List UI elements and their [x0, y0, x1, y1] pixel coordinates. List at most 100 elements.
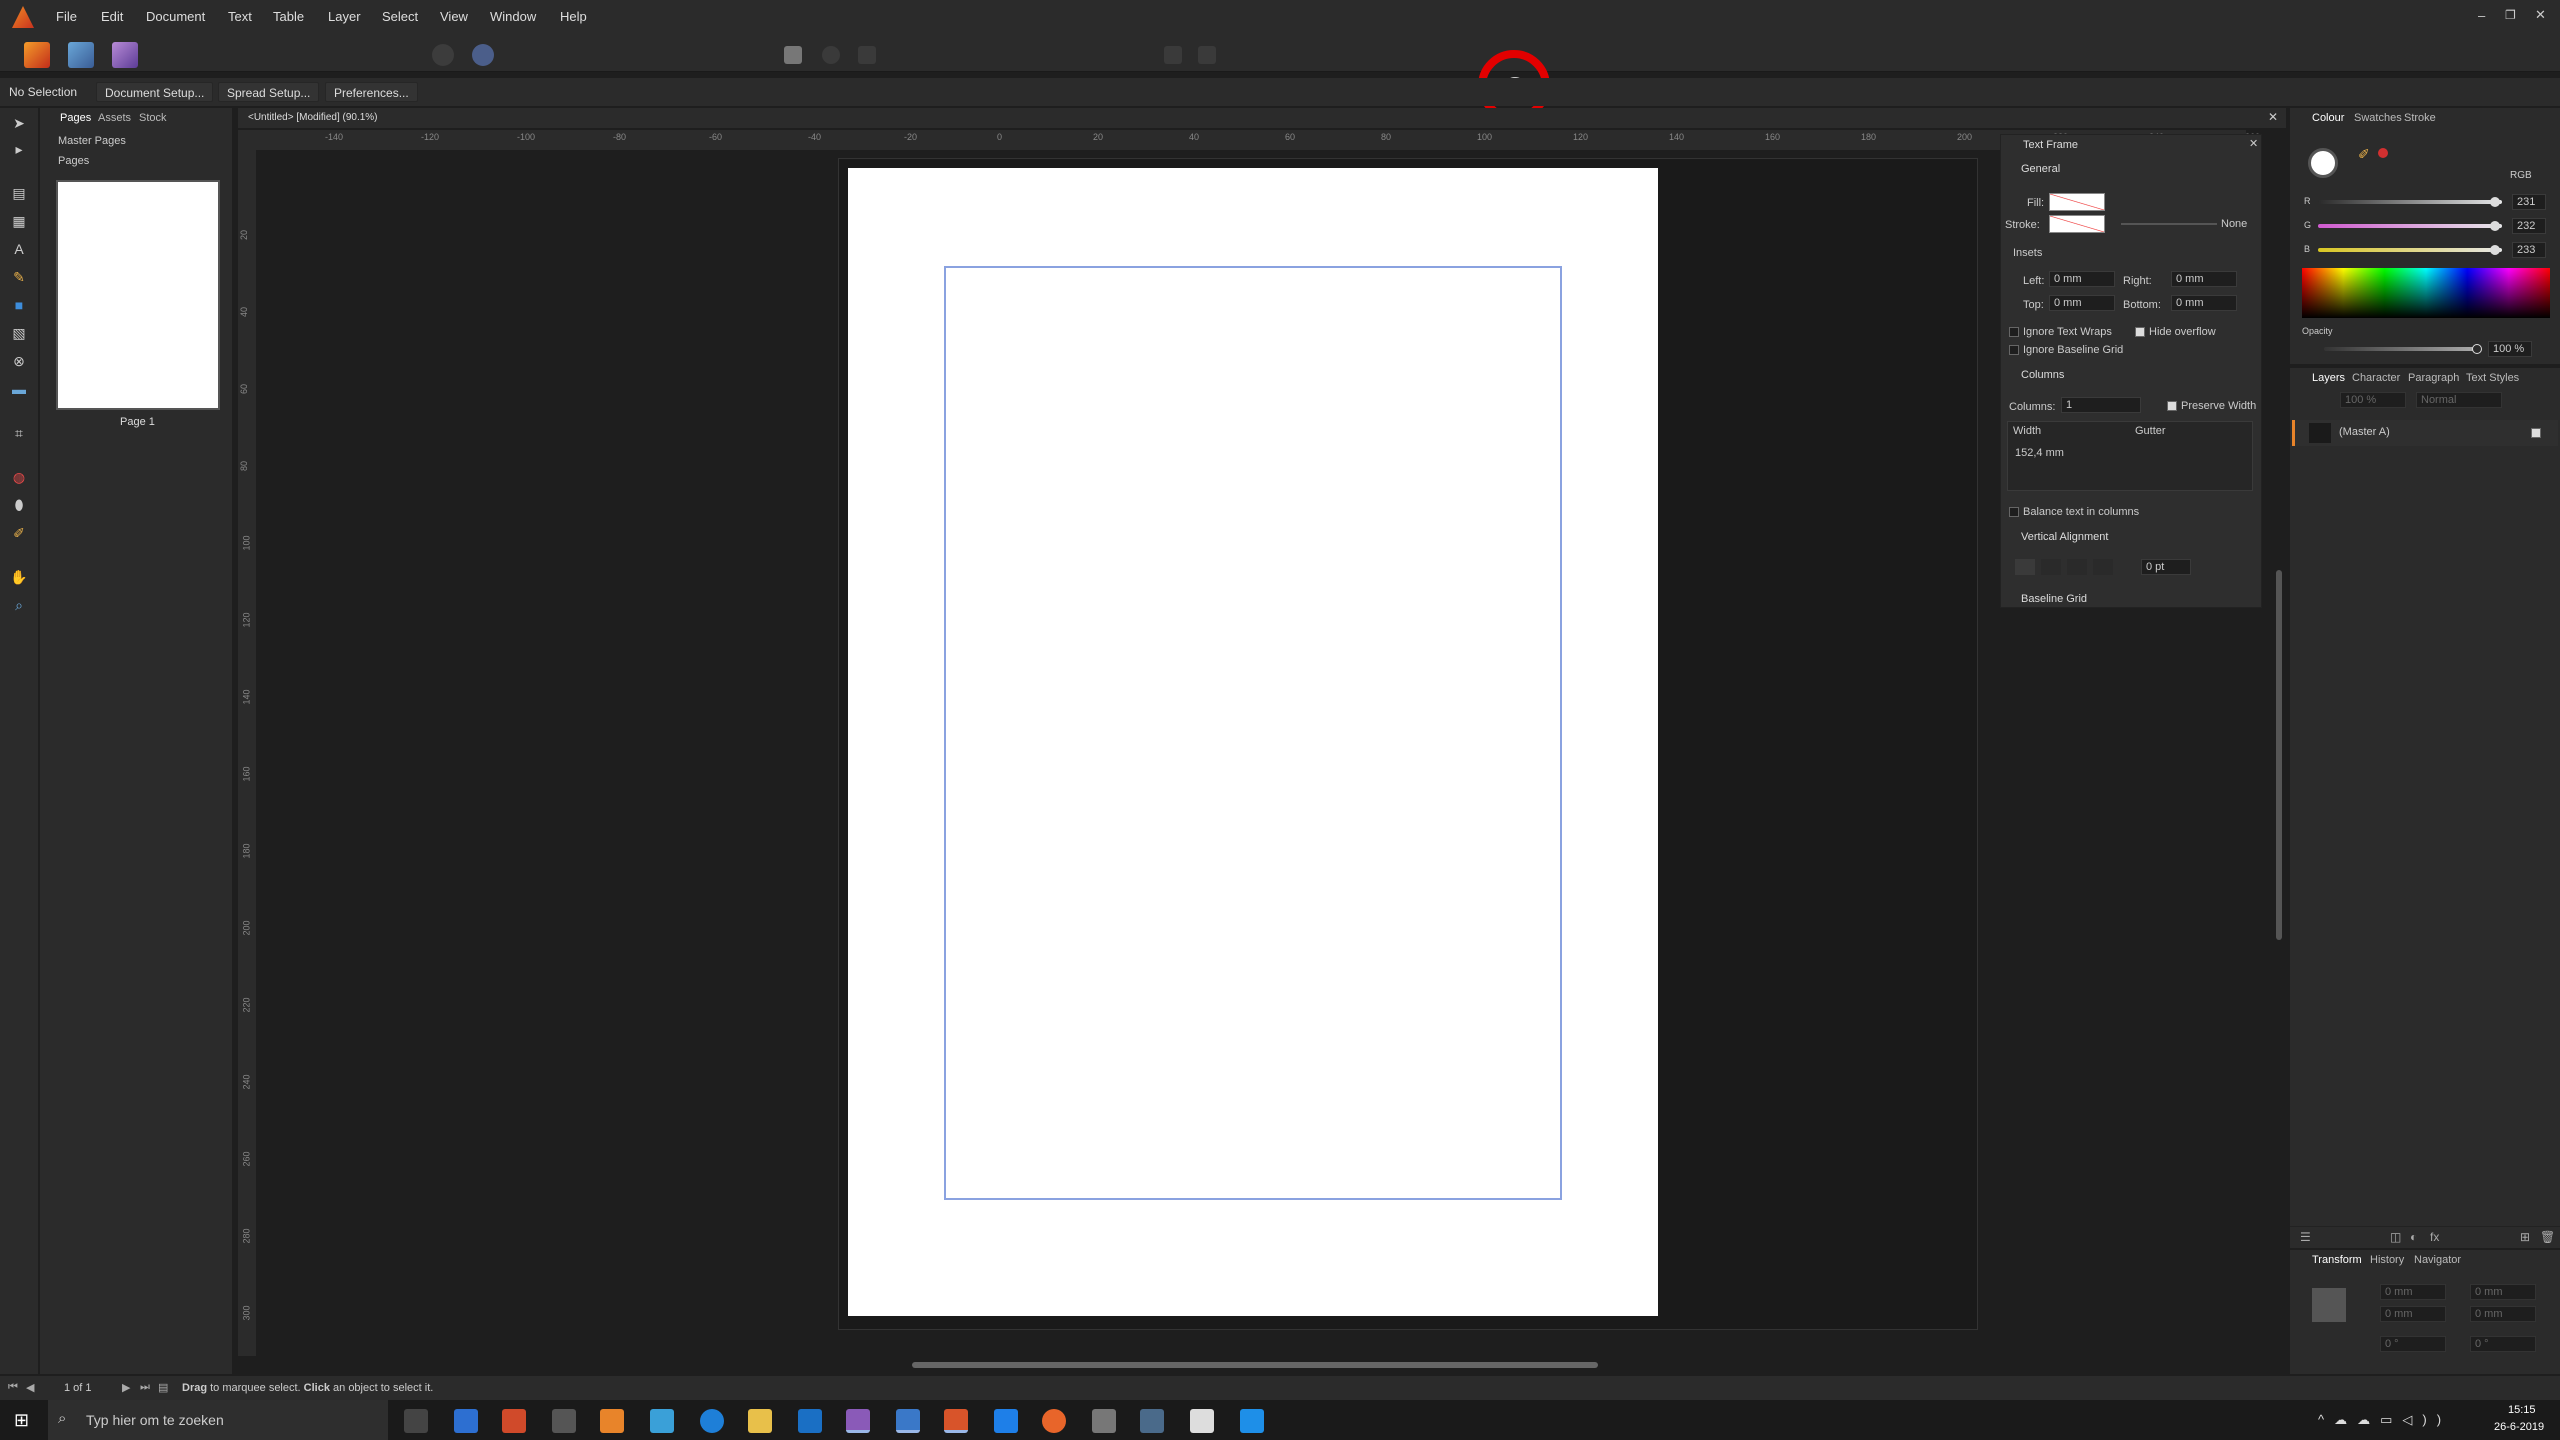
hand-tool-icon[interactable]: ✋ — [8, 566, 30, 588]
app-firefox-icon[interactable] — [1042, 1409, 1066, 1433]
app-photo-icon[interactable] — [896, 1409, 920, 1433]
close-document-icon[interactable]: ✕ — [2268, 110, 2278, 124]
pages-header[interactable]: Pages — [58, 155, 89, 167]
app-designer-icon[interactable] — [846, 1409, 870, 1433]
recent-colour-dot[interactable] — [2378, 148, 2388, 158]
transform-shear-field[interactable]: 0 ° — [2470, 1336, 2536, 1352]
transparency-tool-icon[interactable]: ⬮ — [8, 494, 30, 516]
windows-start-icon[interactable]: ⊞ — [14, 1410, 29, 1431]
tab-pages[interactable]: Pages — [60, 112, 91, 124]
node-tool-icon[interactable]: ▸ — [8, 138, 30, 160]
tab-stroke[interactable]: Stroke — [2404, 112, 2436, 124]
green-slider-knob[interactable] — [2490, 221, 2500, 231]
document-setup-button[interactable]: Document Setup... — [96, 82, 214, 102]
colour-model-select[interactable]: RGB — [2510, 170, 2532, 181]
page-thumbnail[interactable] — [56, 180, 220, 410]
close-panel-icon[interactable]: ✕ — [2249, 137, 2258, 150]
menu-help[interactable]: Help — [560, 9, 587, 24]
task-view-icon[interactable] — [404, 1409, 428, 1433]
designer-persona-icon[interactable] — [112, 42, 138, 68]
app-cone-icon[interactable] — [600, 1409, 624, 1433]
transform-x-field[interactable]: 0 mm — [2380, 1284, 2446, 1300]
menu-file[interactable]: File — [56, 9, 77, 24]
menu-select[interactable]: Select — [382, 9, 418, 24]
circle-tool-icon[interactable] — [822, 46, 840, 64]
tab-navigator[interactable]: Navigator — [2414, 1254, 2461, 1266]
table-tool-icon[interactable]: ▦ — [8, 210, 30, 232]
ignore-text-wraps-checkbox[interactable] — [2009, 327, 2019, 337]
close-icon[interactable]: ✕ — [2535, 7, 2546, 23]
app-office-icon[interactable] — [502, 1409, 526, 1433]
app-publisher-icon[interactable] — [944, 1409, 968, 1433]
fill-swatch[interactable] — [2049, 193, 2105, 211]
artistic-text-tool-icon[interactable]: A — [8, 238, 30, 260]
green-value[interactable]: 232 — [2512, 218, 2546, 234]
preferences-button[interactable]: Preferences... — [325, 82, 418, 102]
tab-swatches[interactable]: Swatches — [2354, 112, 2402, 124]
prev-page-icon[interactable]: ◀ — [26, 1381, 34, 1394]
opacity-slider-knob[interactable] — [2472, 344, 2482, 354]
layer-name[interactable]: (Master A) — [2339, 426, 2390, 438]
first-page-icon[interactable]: ⏮ — [8, 1381, 18, 1394]
va-justify-icon[interactable] — [2093, 559, 2113, 575]
app-notes-icon[interactable] — [1240, 1409, 1264, 1433]
tab-colour[interactable]: Colour — [2312, 112, 2344, 124]
tab-stock[interactable]: Stock — [139, 112, 167, 124]
fill-tool-icon[interactable]: ◍ — [8, 466, 30, 488]
app-outlook-icon[interactable] — [798, 1409, 822, 1433]
status-page-icon[interactable]: ▤ — [158, 1381, 168, 1394]
menu-window[interactable]: Window — [490, 9, 536, 24]
menu-edit[interactable]: Edit — [101, 9, 123, 24]
blend-mode-select[interactable]: Normal — [2416, 392, 2502, 408]
photo-persona-icon[interactable] — [68, 42, 94, 68]
settings-icon[interactable] — [432, 44, 454, 66]
red-value[interactable]: 231 — [2512, 194, 2546, 210]
layers-stack-icon[interactable]: ☰ — [2300, 1230, 2311, 1244]
delete-layer-icon[interactable]: 🗑 — [2540, 1230, 2555, 1244]
anchor-selector-icon[interactable] — [2312, 1288, 2346, 1322]
va-top-icon[interactable] — [2015, 559, 2035, 575]
transform-h-field[interactable]: 0 mm — [2470, 1306, 2536, 1322]
blue-slider[interactable] — [2318, 248, 2502, 252]
adjustment-icon[interactable]: ◐ — [2410, 1230, 2417, 1244]
colour-picker-icon[interactable]: ✐ — [2358, 146, 2370, 163]
app-star-icon[interactable] — [454, 1409, 478, 1433]
stroke-width-slider[interactable] — [2121, 223, 2217, 225]
app-mail-icon[interactable] — [1190, 1409, 1214, 1433]
app-photos-icon[interactable] — [650, 1409, 674, 1433]
preserve-width-checkbox[interactable] — [2167, 401, 2177, 411]
app-dropbox-icon[interactable] — [994, 1409, 1018, 1433]
va-spacing-field[interactable]: 0 pt — [2141, 559, 2191, 575]
bottom-inset-field[interactable]: 0 mm — [2171, 295, 2237, 311]
minimize-icon[interactable]: – — [2478, 8, 2485, 23]
text-frame[interactable] — [944, 266, 1562, 1200]
next-page-icon[interactable]: ▶ — [122, 1381, 130, 1394]
layer-visibility-checkbox[interactable] — [2531, 428, 2541, 438]
green-slider[interactable] — [2318, 224, 2502, 228]
taskbar-search-box[interactable]: ⌕ Typ hier om te zoeken — [48, 1400, 388, 1440]
master-pages-header[interactable]: Master Pages — [58, 135, 126, 147]
left-inset-field[interactable]: 0 mm — [2049, 271, 2115, 287]
publisher-persona-icon[interactable] — [24, 42, 50, 68]
mask-icon[interactable]: ◫ — [2390, 1230, 2401, 1244]
page-icon[interactable] — [784, 46, 802, 64]
picture-frame-tool-icon[interactable]: ▧ — [8, 322, 30, 344]
pin-icon[interactable] — [1164, 46, 1182, 64]
menu-document[interactable]: Document — [146, 9, 205, 24]
pen-tool-icon[interactable]: ✎ — [8, 266, 30, 288]
move-tool-icon[interactable]: ➤ — [8, 112, 30, 134]
brush-icon[interactable] — [472, 44, 494, 66]
menu-layer[interactable]: Layer — [328, 9, 361, 24]
colour-spectrum[interactable] — [2302, 268, 2550, 318]
restore-icon[interactable]: ❐ — [2505, 8, 2516, 22]
app-explorer-icon[interactable] — [748, 1409, 772, 1433]
add-layer-icon[interactable]: ⊞ — [2520, 1230, 2530, 1244]
app-edge-icon[interactable] — [700, 1409, 724, 1433]
fill-stroke-well[interactable] — [2308, 148, 2338, 178]
tray-icons[interactable]: ^☁☁▭◁)) — [2318, 1412, 2451, 1428]
document-tab[interactable]: <Untitled> [Modified] (90.1%) — [248, 112, 378, 123]
vertical-alignment-section[interactable]: Vertical Alignment — [2021, 531, 2108, 543]
transform-y-field[interactable]: 0 mm — [2380, 1306, 2446, 1322]
crop-tool-icon[interactable]: ⌗ — [8, 422, 30, 444]
app-inkscape-icon[interactable] — [552, 1409, 576, 1433]
